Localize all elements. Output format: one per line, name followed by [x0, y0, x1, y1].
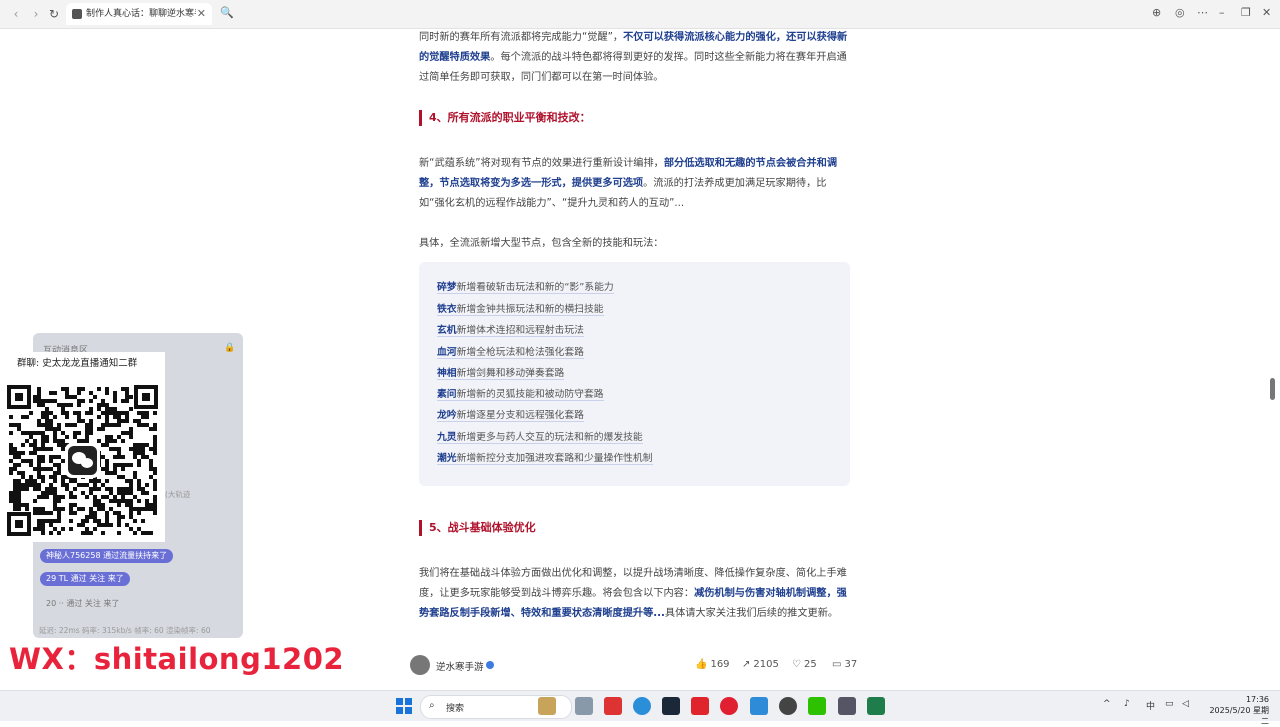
download-icon[interactable]: ⊕ — [1152, 6, 1161, 19]
panel-side-text: (大轨迹 — [165, 490, 191, 499]
section-4-paragraph: 新“武蕴系统”将对现有节点的效果进行重新设计编排，部分低选取和无趣的节点会被合并… — [419, 158, 838, 209]
globe-icon[interactable]: ◎ — [1175, 6, 1185, 19]
minimize-icon[interactable]: – — [1219, 6, 1225, 19]
restore-icon[interactable]: ❐ — [1241, 6, 1251, 19]
browser-tab[interactable]: 制作人真心话：聊聊逆水寒手游 ✕ — [66, 3, 212, 25]
netease-music-icon[interactable] — [720, 697, 738, 715]
stream-stats: 延迟: 22ms 码率: 315kb/s 帧率: 60 渲染帧率: 60 — [39, 626, 211, 635]
browser-toolbar: ‹ › ↻ 制作人真心话：聊聊逆水寒手游 ✕ 🔍 ⊕ ◎ ⋯ – ❐ ✕ — [0, 0, 1280, 29]
tab-favicon-icon — [72, 9, 82, 19]
list-item: 神相新增剑舞和移动弹奏套路 — [437, 368, 565, 380]
taskbar-clock[interactable]: 17:36 2025/5/20 星期二 — [1203, 694, 1269, 727]
clock-date: 2025/5/20 星期二 — [1209, 706, 1269, 726]
remote-app-icon[interactable] — [867, 697, 885, 715]
wechat-id-watermark: WX：shitailong1202 — [9, 642, 345, 676]
game-app-icon[interactable] — [838, 697, 856, 715]
message-chip: 神秘人756258 通过流量扶持来了 — [40, 549, 174, 563]
list-item: 玄机新增体术连招和远程射击玩法 — [437, 325, 584, 337]
github-icon[interactable] — [779, 697, 797, 715]
list-item: 龙吟新增逐星分支和远程强化套路 — [437, 410, 584, 422]
reload-icon[interactable]: ↻ — [46, 6, 62, 22]
search-icon: ⌕ — [429, 700, 435, 711]
lock-icon: 🔒 — [224, 343, 236, 353]
wechat-taskbar-icon[interactable] — [808, 697, 826, 715]
list-item: 铁衣新增金钟共振玩法和新的横扫技能 — [437, 304, 604, 316]
message-chip: 29 TL 通过 关注 来了 — [40, 572, 130, 586]
steam-icon[interactable] — [662, 697, 680, 715]
message-chip: 20 ·· 通过 关注 来了 — [46, 599, 120, 608]
favorite-button[interactable]: ♡ 25 — [792, 659, 817, 670]
like-button[interactable]: 👍 169 — [695, 659, 730, 670]
taskbar-search-label: 搜索 — [446, 704, 465, 714]
app-red-icon[interactable] — [691, 697, 709, 715]
author-name[interactable]: 逆水寒手游 — [436, 659, 484, 673]
file-explorer-icon[interactable] — [575, 697, 593, 715]
list-item: 素问新增新的灵狐技能和被动防守套路 — [437, 389, 604, 401]
comment-icon: ▭ — [832, 659, 842, 670]
avatar[interactable] — [410, 655, 430, 675]
section-heading-5: 5、战斗基础体验优化 — [419, 520, 536, 536]
page-scrollbar[interactable] — [1270, 378, 1275, 400]
microphone-icon[interactable]: ♪ — [1124, 699, 1130, 709]
section-5-paragraph: 我们将在基础战斗体验方面做出优化和调整，以提升战场清晰度、降低操作复杂度、简化上… — [419, 568, 847, 619]
share-button[interactable]: ↗ 2105 — [742, 659, 779, 670]
forward-icon[interactable]: › — [28, 6, 44, 22]
class-list-box: 碎梦新增看破斩击玩法和新的“影”系能力 铁衣新增金钟共振玩法和新的横扫技能 玄机… — [419, 262, 850, 486]
list-item: 碎梦新增看破斩击玩法和新的“影”系能力 — [437, 282, 614, 294]
share-icon: ↗ — [742, 659, 751, 670]
tray-expand-icon[interactable]: ^ — [1103, 699, 1111, 709]
list-item: 九灵新增更多与药人交互的玩法和新的爆发技能 — [437, 432, 643, 444]
network-icon[interactable]: ▭ — [1165, 699, 1174, 709]
author-bar: 逆水寒手游 👍 169 ↗ 2105 ♡ 25 ▭ 37 — [410, 651, 860, 681]
windows-start-icon[interactable] — [396, 698, 412, 714]
volume-icon[interactable]: ◁ — [1182, 699, 1189, 709]
edge-icon[interactable] — [633, 697, 651, 715]
close-window-icon[interactable]: ✕ — [1262, 6, 1271, 19]
tab-title: 制作人真心话：聊聊逆水寒手游 — [86, 9, 196, 19]
more-icon[interactable]: ⋯ — [1197, 6, 1208, 19]
taskbar: ⌕ 搜索 ^ ♪ 中 ▭ ◁ 17:36 2025/5/20 星期二 — [0, 690, 1280, 726]
qr-code — [7, 385, 158, 536]
tab-close-icon[interactable]: ✕ — [197, 3, 206, 25]
notepad-icon[interactable] — [750, 697, 768, 715]
list-intro: 具体，全流派新增大型节点，包含全新的技能和玩法： — [419, 238, 664, 249]
intro-paragraph: 同时新的赛年所有流派都将完成能力“觉醒”，不仅可以获得流派核心能力的强化，还可以… — [419, 32, 848, 83]
comment-button[interactable]: ▭ 37 — [832, 659, 857, 670]
heart-icon: ♡ — [792, 659, 801, 670]
list-item: 血河新增全枪玩法和枪法强化套路 — [437, 347, 584, 359]
widget-icon[interactable] — [538, 697, 556, 715]
section-heading-4: 4、所有流派的职业平衡和技改： — [419, 110, 591, 126]
list-item: 潮光新增新控分支加强进攻套路和少量操作性机制 — [437, 453, 653, 465]
wps-icon[interactable] — [604, 697, 622, 715]
article-body: 同时新的赛年所有流派都将完成能力“觉醒”，不仅可以获得流派核心能力的强化，还可以… — [419, 28, 851, 88]
verified-icon — [486, 661, 494, 669]
search-icon[interactable]: 🔍 — [220, 6, 234, 19]
clock-time: 17:36 — [1245, 695, 1269, 704]
qr-title: 群聊: 史太龙龙直播通知二群 — [17, 358, 138, 369]
back-icon[interactable]: ‹ — [8, 6, 24, 22]
thumbs-up-icon: 👍 — [695, 659, 708, 670]
ime-indicator[interactable]: 中 — [1146, 699, 1155, 712]
